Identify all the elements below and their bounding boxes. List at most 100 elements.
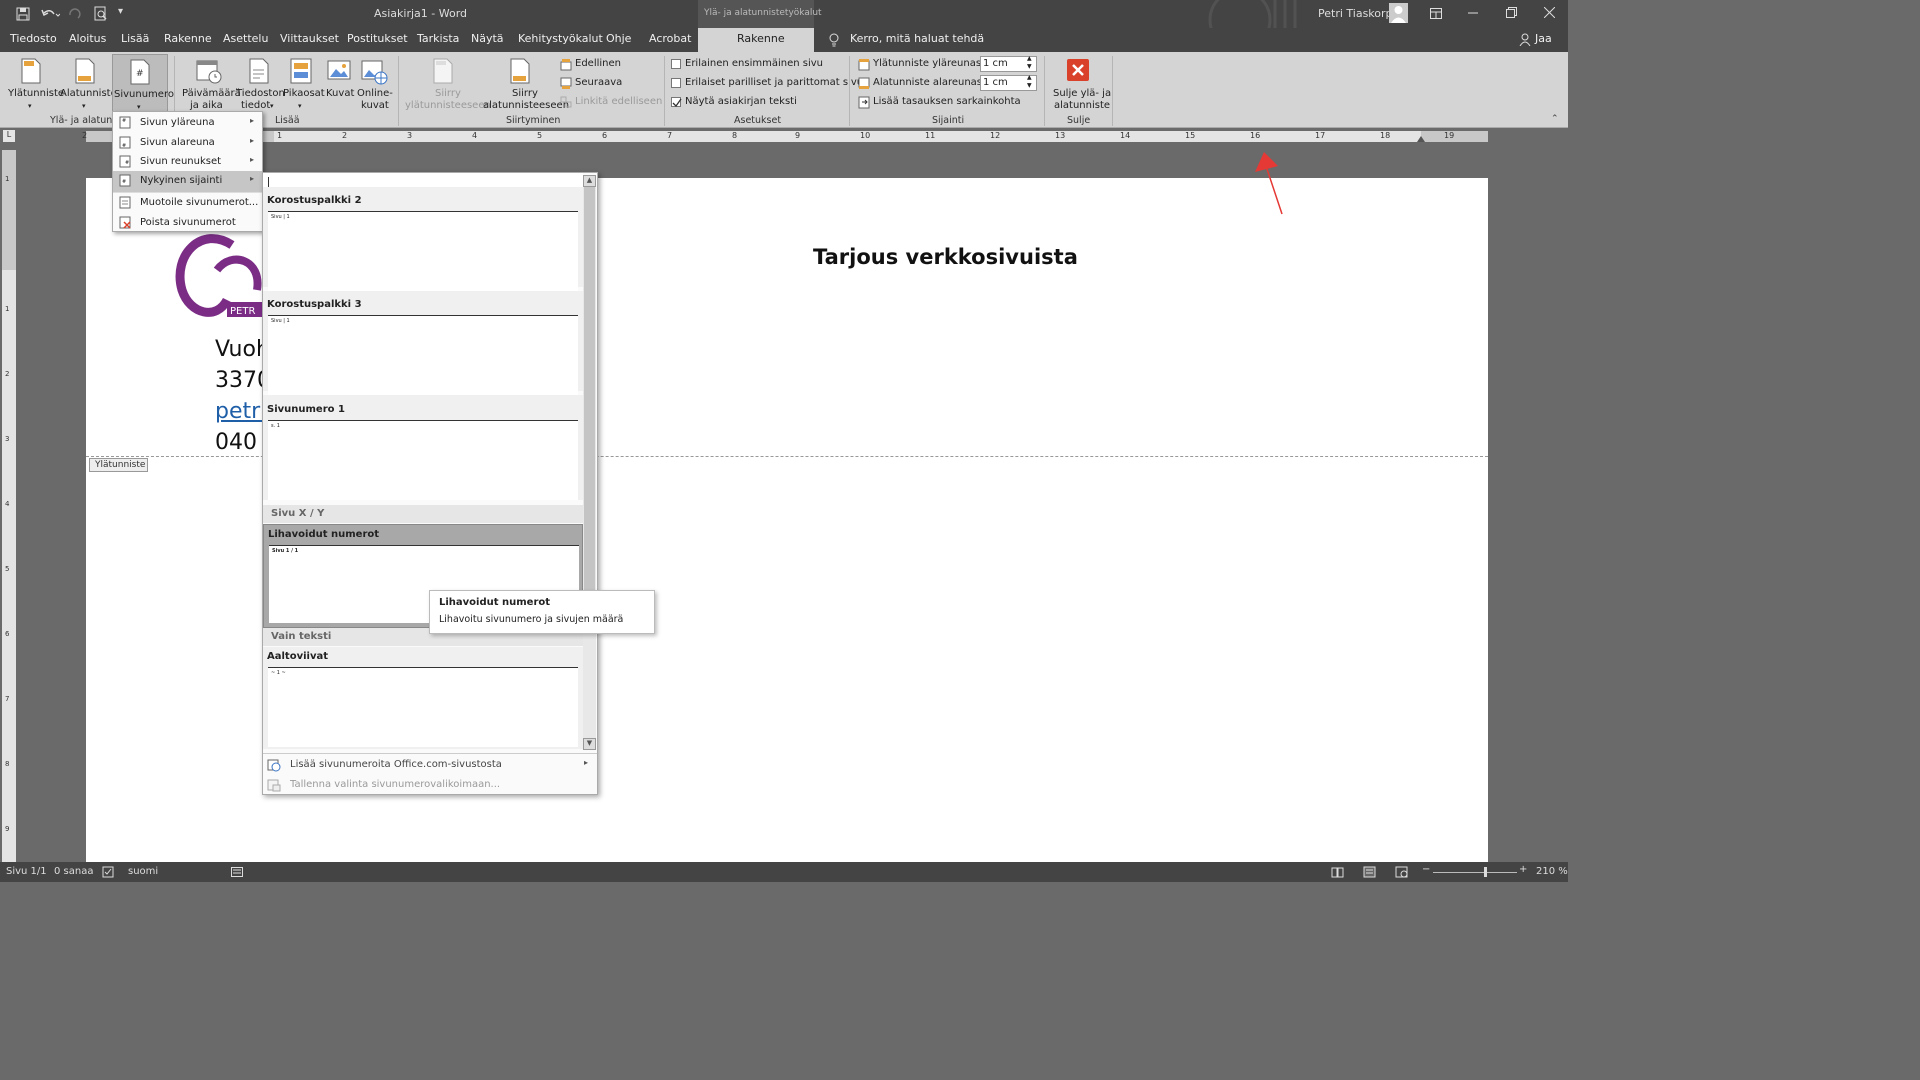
vertical-ruler[interactable]: 1 1 2 3 4 5 6 7 8 9	[2, 150, 16, 862]
scroll-down-icon[interactable]: ▼	[583, 738, 596, 750]
date-time-button[interactable]: Päivämäärä ja aika	[180, 54, 241, 112]
tab-mailings[interactable]: Postitukset	[347, 32, 408, 45]
tab-header-footer-design[interactable]: Rakenne	[698, 28, 814, 53]
more-page-numbers-online[interactable]: Lisää sivunumeroita Office.com-sivustost…	[263, 755, 597, 775]
tab-help[interactable]: Ohje	[606, 32, 631, 45]
undo-icon[interactable]	[40, 7, 60, 21]
tab-references[interactable]: Viittaukset	[280, 32, 339, 45]
spin-down-icon[interactable]: ▼	[1027, 82, 1032, 89]
zoom-slider-thumb[interactable]	[1484, 867, 1487, 877]
page-count[interactable]: Sivu 1/1	[6, 866, 47, 877]
language-indicator[interactable]: suomi	[128, 866, 158, 877]
tab-acrobat[interactable]: Acrobat	[649, 32, 691, 45]
customize-qat-icon[interactable]: ▾	[118, 6, 123, 17]
web-layout-icon[interactable]	[1395, 866, 1408, 878]
remove-page-numbers-icon	[119, 216, 131, 229]
minimize-icon[interactable]	[1468, 12, 1478, 14]
submenu-arrow-icon: ▸	[250, 174, 255, 183]
restore-icon[interactable]	[1506, 7, 1517, 18]
menu-bottom-of-page[interactable]: # Sivun alareuna ▸	[113, 133, 262, 152]
tab-design[interactable]: Rakenne	[164, 32, 212, 45]
tab-file[interactable]: Tiedosto	[10, 32, 57, 45]
goto-footer-button[interactable]: Siirry alatunnisteeseen	[482, 54, 569, 112]
redo-icon[interactable]	[68, 7, 82, 21]
gallery-item-accent-bar-3[interactable]: Korostuspalkki 3 Sivu | 1	[263, 291, 583, 395]
spin-up-icon[interactable]: ▲	[1027, 55, 1032, 62]
tell-me-search[interactable]: Kerro, mitä haluat tehdä	[850, 32, 984, 45]
header-button[interactable]: Ylätunniste ▾	[4, 54, 64, 112]
gallery-item-page-number-1[interactable]: Sivunumero 1 s. 1	[263, 395, 583, 500]
header-tag: Ylätunniste	[89, 458, 148, 472]
document-info-button[interactable]: Tiedoston tiedot ▾	[236, 54, 285, 112]
submenu-arrow-icon: ▸	[250, 136, 255, 145]
show-document-text-checkbox[interactable]	[671, 97, 682, 108]
tab-layout[interactable]: Asettelu	[223, 32, 268, 45]
document-heading: Tarjous verkkosivuista	[813, 245, 1078, 269]
gallery-scrollbar[interactable]: ▲ ▼	[583, 175, 596, 750]
macro-record-icon[interactable]	[231, 867, 243, 877]
menu-current-position[interactable]: # Nykyinen sijainti ▸	[113, 171, 262, 192]
scrollbar-thumb[interactable]	[584, 187, 595, 597]
zoom-slider[interactable]	[1433, 872, 1517, 873]
tab-developer[interactable]: Kehitystyökalut	[518, 32, 603, 45]
zoom-in-icon[interactable]: +	[1519, 864, 1527, 875]
zoom-out-icon[interactable]: −	[1422, 864, 1430, 875]
online-pictures-button[interactable]: Online- kuvat	[356, 54, 394, 112]
svg-text:#: #	[136, 69, 144, 79]
print-preview-icon[interactable]	[94, 6, 108, 22]
share-button[interactable]: Jaa	[1535, 32, 1552, 45]
header-position-icon	[858, 59, 870, 71]
footer-position-icon	[858, 77, 870, 89]
pictures-button[interactable]: Kuvat	[324, 54, 356, 112]
tab-view[interactable]: Näytä	[471, 32, 504, 45]
context-tab-group: Ylä- ja alatunnistetyökalut	[698, 0, 822, 28]
email-link[interactable]: petri	[215, 399, 266, 424]
footer-button[interactable]: Alatunniste ▾	[58, 54, 117, 112]
share-person-icon	[1519, 33, 1531, 46]
right-indent-marker-icon[interactable]	[1417, 134, 1425, 142]
tab-selector-icon[interactable]: L	[3, 130, 15, 142]
submenu-arrow-icon: ▸	[250, 155, 255, 164]
different-first-page-checkbox[interactable]	[671, 59, 681, 69]
tab-review[interactable]: Tarkista	[417, 32, 459, 45]
gallery-section-page-x-of-y: Sivu X / Y	[263, 505, 583, 523]
tab-home[interactable]: Aloitus	[69, 32, 106, 45]
page-margins-icon: #	[119, 155, 131, 168]
next-icon	[560, 77, 572, 89]
avatar[interactable]	[1389, 3, 1408, 23]
next-button[interactable]: Seuraava	[560, 77, 650, 91]
close-header-footer-button[interactable]: Sulje ylä- ja alatunniste	[1048, 54, 1111, 112]
insert-alignment-tab-button[interactable]: Lisää tasauksen sarkainkohta	[873, 96, 1021, 107]
menu-page-margins[interactable]: # Sivun reunukset ▸	[113, 152, 262, 171]
save-icon[interactable]	[16, 7, 30, 21]
menu-format-page-numbers[interactable]: Muotoile sivunumerot...	[113, 193, 262, 212]
proofing-icon[interactable]	[102, 866, 114, 878]
gallery-item-tilde[interactable]: Aaltoviivat ~ 1 ~	[263, 647, 583, 749]
menu-top-of-page[interactable]: # Sivun yläreuna ▸	[113, 113, 262, 132]
page-number-button[interactable]: # Sivunumero ▾	[112, 54, 174, 112]
zoom-level[interactable]: 210 %	[1536, 866, 1568, 877]
odd-even-pages-checkbox[interactable]	[671, 78, 681, 88]
menu-remove-page-numbers[interactable]: Poista sivunumerot	[113, 213, 262, 232]
print-layout-icon[interactable]	[1363, 866, 1376, 878]
read-mode-icon[interactable]	[1331, 866, 1344, 878]
close-window-icon[interactable]	[1544, 7, 1555, 18]
scroll-up-icon[interactable]: ▲	[583, 175, 596, 187]
previous-button[interactable]: Edellinen	[560, 58, 650, 72]
ribbon-display-options-icon[interactable]	[1430, 8, 1442, 19]
word-count[interactable]: 0 sanaa	[54, 866, 93, 877]
gallery-item-accent-bar-2[interactable]: Korostuspalkki 2 Sivu | 1	[263, 187, 583, 291]
svg-text:PETR: PETR	[230, 306, 255, 317]
spin-down-icon[interactable]: ▼	[1027, 63, 1032, 70]
quick-parts-button[interactable]: Pikaosat ▾	[282, 54, 325, 112]
footer-bottom-spinner[interactable]: 1 cm ▲ ▼	[980, 74, 1037, 91]
horizontal-ruler[interactable]: 2 1 1 2 3 4 5 6 7 8 9 10 11 12 13 14 15 …	[82, 131, 1488, 142]
calendar-clock-icon	[196, 60, 222, 84]
user-name[interactable]: Petri Tiaskorpi	[1318, 7, 1396, 20]
spin-up-icon[interactable]: ▲	[1027, 74, 1032, 81]
group-label-close: Sulje	[1067, 115, 1091, 126]
tab-insert[interactable]: Lisää	[121, 32, 149, 45]
header-top-spinner[interactable]: 1 cm ▲ ▼	[980, 55, 1037, 72]
collapse-ribbon-icon[interactable]: ⌃	[1551, 114, 1559, 124]
current-position-icon: #	[119, 174, 131, 187]
